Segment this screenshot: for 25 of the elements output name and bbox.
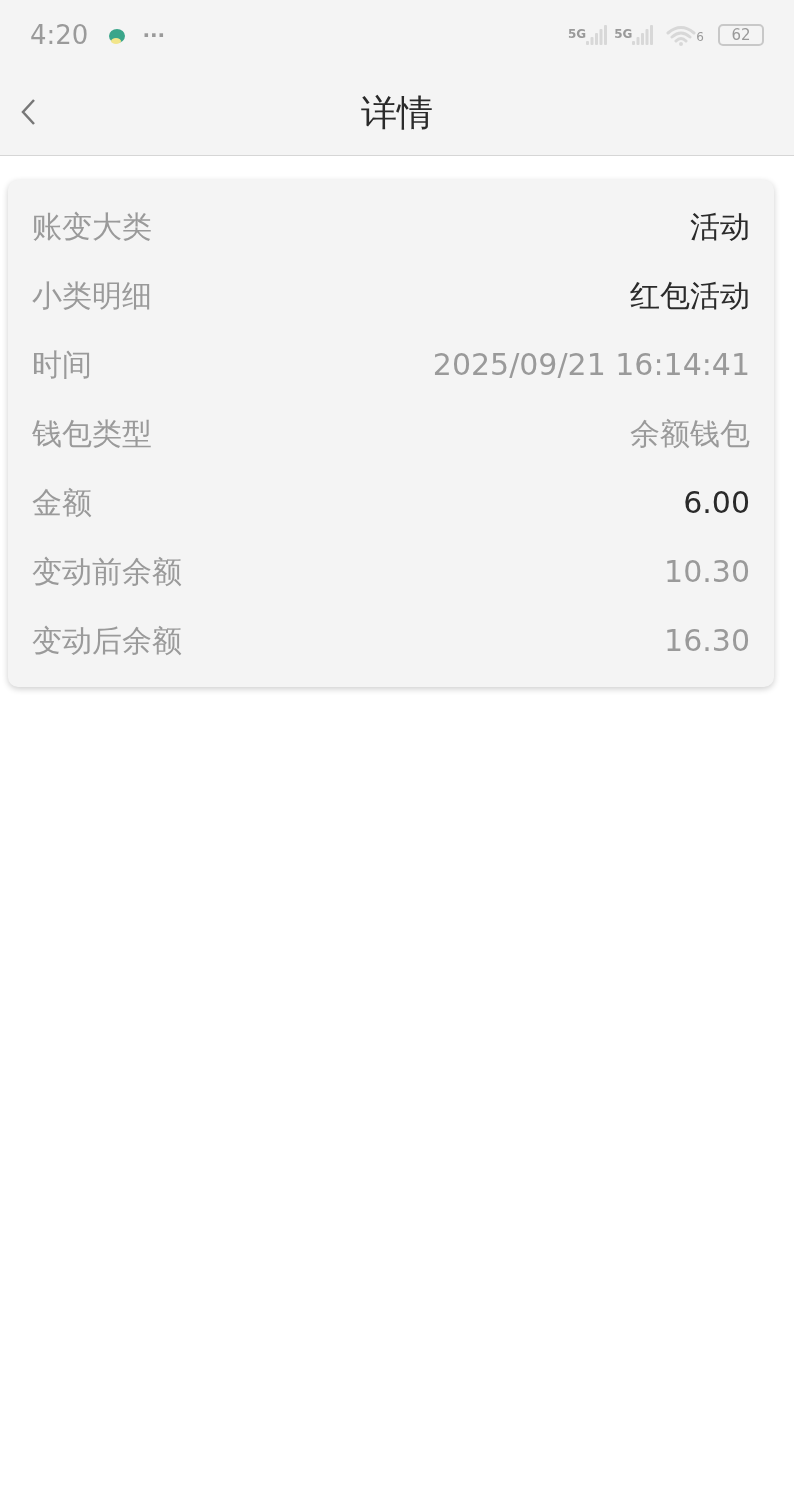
signal-icon [586, 25, 609, 45]
wifi-label: 6 [696, 29, 704, 46]
wifi-icon [666, 24, 697, 46]
detail-label: 变动后余额 [32, 622, 182, 660]
detail-value: 红包活动 [630, 277, 750, 315]
detail-label: 小类明细 [32, 277, 152, 315]
detail-value: 10.30 [664, 553, 750, 591]
detail-label: 账变大类 [32, 208, 152, 246]
more-notifications: ··· [142, 22, 166, 49]
detail-label: 时间 [32, 346, 92, 384]
signal-icon [632, 25, 655, 45]
detail-value: 6.00 [683, 484, 750, 522]
battery-indicator: 62 [718, 24, 764, 46]
network-label: 5G [614, 26, 633, 43]
detail-value: 余额钱包 [630, 415, 750, 453]
detail-value: 16.30 [664, 622, 750, 660]
detail-label: 钱包类型 [32, 415, 152, 453]
page-title: 详情 [361, 90, 433, 135]
clock: 4:20 [30, 18, 89, 52]
network-label: 5G [567, 26, 587, 43]
detail-label: 金额 [32, 484, 92, 522]
detail-value: 活动 [690, 208, 750, 246]
detail-label: 变动前余额 [32, 553, 182, 591]
detail-value: 2025/09/21 16:14:41 [432, 346, 750, 384]
back-icon [20, 98, 36, 126]
